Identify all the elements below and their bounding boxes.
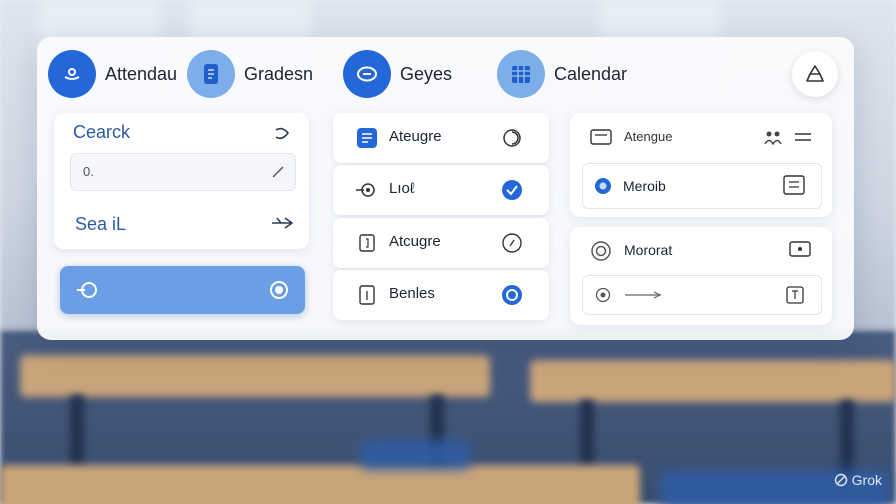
search-title: Cearck <box>73 122 131 142</box>
right-top-card: Atengue Meroib <box>570 113 832 217</box>
radio-icon <box>593 285 613 305</box>
nav-label: Attendau <box>105 63 178 84</box>
pen-icon[interactable] <box>269 163 287 181</box>
menu-icon[interactable] <box>792 127 814 147</box>
recycle-icon <box>803 62 827 86</box>
corner-action-button[interactable] <box>792 51 838 97</box>
right-bottom-label: Mororat <box>624 242 673 258</box>
document-icon <box>187 50 235 98</box>
search-input-value: 0. <box>83 164 94 179</box>
nav-label: Gradesn <box>244 63 314 84</box>
list-box-icon[interactable] <box>783 174 805 196</box>
nav-label: Calendar <box>554 63 628 84</box>
search-input[interactable]: 0. <box>70 153 296 191</box>
radio-icon <box>267 278 291 302</box>
watermark: Grok <box>834 472 882 488</box>
nav-calendar[interactable]: Calendar <box>497 50 627 98</box>
monitor-icon <box>589 127 613 147</box>
right-bottom-field[interactable] <box>582 275 822 315</box>
document-icon <box>355 126 379 150</box>
chat-icon <box>343 50 391 98</box>
doc-bracket-icon <box>355 231 379 255</box>
target-icon <box>74 278 100 302</box>
nav-label: Geyes <box>400 63 453 84</box>
circle-outline-icon[interactable] <box>500 126 524 150</box>
list-item[interactable]: Ateugre <box>333 113 549 163</box>
list-item[interactable]: Atcugre <box>333 218 549 268</box>
file-icon <box>355 283 379 307</box>
top-navigation: Attendau Gradesn Geyes Calendar <box>37 37 854 109</box>
dashboard-panel: Attendau Gradesn Geyes Calendar Cearck 0… <box>37 37 854 340</box>
target-icon <box>355 178 379 202</box>
circle-outline-icon[interactable] <box>500 231 524 255</box>
calendar-icon <box>497 50 545 98</box>
search-label-secondary: Sea iL <box>75 214 127 234</box>
nav-grades[interactable]: Gradesn <box>187 50 313 98</box>
smile-icon <box>48 50 96 98</box>
slider-track-icon[interactable] <box>623 288 663 302</box>
check-badge-icon[interactable] <box>500 178 524 202</box>
tag-icon[interactable] <box>788 239 812 259</box>
right-top-label: Atengue <box>624 129 673 144</box>
nav-attendance[interactable]: Attendau <box>48 50 177 98</box>
selected-action-bar[interactable] <box>60 266 305 314</box>
text-box-icon[interactable] <box>785 285 805 305</box>
spiral-icon <box>589 239 613 263</box>
list-item[interactable]: Benles <box>333 270 549 320</box>
list-item-label: Ateugre <box>389 128 442 145</box>
right-bottom-card: Mororat <box>570 227 832 325</box>
list-item-label: Atcugre <box>389 233 441 250</box>
list-item-label: Lıoℓ <box>389 180 415 197</box>
list-item[interactable]: Lıoℓ <box>333 165 549 215</box>
group-icon[interactable] <box>762 127 784 147</box>
bullet-icon <box>593 176 613 196</box>
record-icon[interactable] <box>500 283 524 307</box>
list-item-label: Benles <box>389 285 435 302</box>
search-card: Cearck 0. Sea iL <box>54 113 309 249</box>
watermark-text: Grok <box>851 472 882 488</box>
grok-logo-icon <box>834 473 848 487</box>
right-top-field-label: Meroib <box>623 178 666 194</box>
plane-icon[interactable] <box>270 213 294 233</box>
right-top-field[interactable]: Meroib <box>582 163 822 209</box>
nav-messages[interactable]: Geyes <box>343 50 452 98</box>
heart-outline-icon[interactable] <box>272 124 292 144</box>
